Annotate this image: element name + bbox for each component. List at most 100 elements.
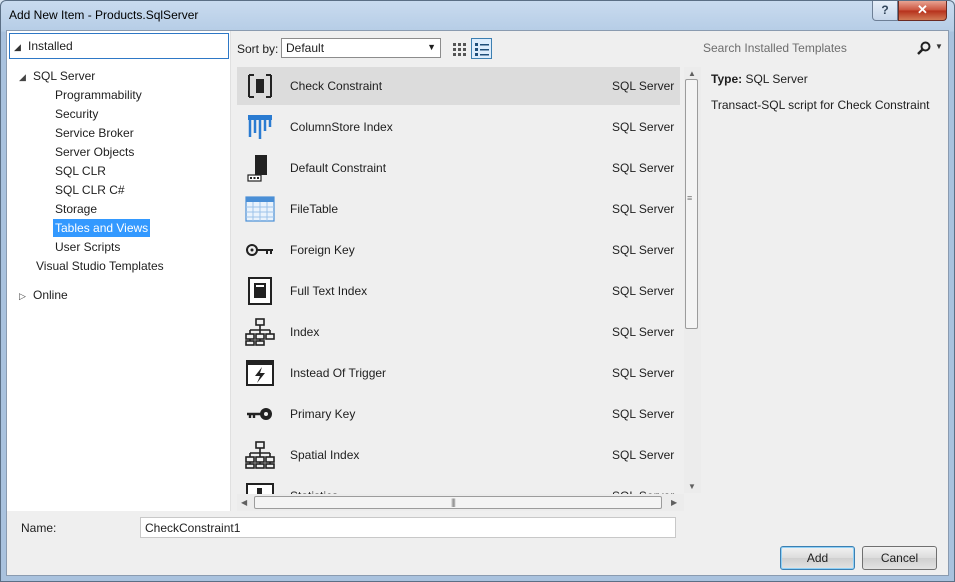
vertical-scroll-thumb[interactable] bbox=[685, 79, 698, 329]
template-name: Spatial Index bbox=[290, 448, 360, 462]
scroll-grip-icon: ||| bbox=[451, 497, 456, 507]
template-item-index[interactable]: Index SQL Server bbox=[237, 313, 680, 351]
template-source: SQL Server bbox=[612, 202, 675, 216]
tree-item-label: User Scripts bbox=[55, 240, 121, 254]
tree-item-label: Programmability bbox=[55, 88, 142, 102]
list-view-button[interactable] bbox=[471, 38, 492, 59]
sort-by-dropdown[interactable]: Default ▼ bbox=[281, 38, 441, 58]
tree-item-sql-clr[interactable]: SQL CLR bbox=[55, 162, 106, 181]
type-key: Type: bbox=[711, 72, 743, 86]
installed-header-label: Installed bbox=[28, 39, 73, 53]
scroll-grip-icon: ≡ bbox=[687, 193, 692, 203]
default-constraint-icon bbox=[247, 155, 267, 182]
template-name: Primary Key bbox=[290, 407, 356, 421]
template-source: SQL Server bbox=[612, 120, 675, 134]
template-source: SQL Server bbox=[612, 243, 675, 257]
template-source: SQL Server bbox=[612, 366, 675, 380]
help-button[interactable]: ? bbox=[872, 1, 898, 21]
scroll-up-arrow-icon[interactable]: ▲ bbox=[688, 69, 696, 78]
tree-item-sql-server[interactable]: ◢ SQL Server bbox=[19, 67, 95, 86]
cancel-button[interactable]: Cancel bbox=[862, 546, 937, 570]
index-icon bbox=[245, 318, 275, 346]
template-details: Type: SQL Server Transact-SQL script for… bbox=[711, 72, 930, 112]
dropdown-arrow-icon: ▼ bbox=[427, 42, 436, 52]
installed-header[interactable]: ◢ Installed bbox=[9, 33, 229, 59]
tree-item-label: Visual Studio Templates bbox=[36, 259, 164, 273]
add-new-item-dialog: Add New Item - Products.SqlServer ? ✕ ◢ I… bbox=[0, 0, 955, 582]
tree-item-programmability[interactable]: Programmability bbox=[55, 86, 142, 105]
search-input[interactable]: Search Installed Templates bbox=[697, 38, 946, 58]
tree-item-label: Server Objects bbox=[55, 145, 135, 159]
template-name: Foreign Key bbox=[290, 243, 355, 257]
template-name: FileTable bbox=[290, 202, 339, 216]
expand-arrow-icon: ▷ bbox=[19, 291, 26, 301]
sort-by-value: Default bbox=[286, 41, 325, 55]
template-name: Check Constraint bbox=[290, 79, 383, 93]
name-value: CheckConstraint1 bbox=[145, 521, 241, 535]
template-item-columnstore-index[interactable]: ColumnStore Index SQL Server bbox=[237, 108, 680, 146]
template-description: Transact-SQL script for Check Constraint bbox=[711, 98, 930, 112]
template-name: Full Text Index bbox=[290, 284, 368, 298]
template-source: SQL Server bbox=[612, 79, 675, 93]
tree-item-label: Security bbox=[55, 107, 99, 121]
tree-item-user-scripts[interactable]: User Scripts bbox=[55, 238, 120, 257]
template-category-panel: ◢ Installed ◢ SQL Server Programmability S… bbox=[7, 31, 231, 511]
tree-item-label: SQL CLR C# bbox=[55, 183, 125, 197]
add-button[interactable]: Add bbox=[780, 546, 855, 570]
tree-item-sql-clr-csharp[interactable]: SQL CLR C# bbox=[55, 181, 125, 200]
template-item-full-text-index[interactable]: Full Text Index SQL Server bbox=[237, 272, 680, 310]
template-source: SQL Server bbox=[612, 284, 675, 298]
trigger-icon bbox=[246, 360, 274, 386]
scroll-left-arrow-icon[interactable]: ◀ bbox=[241, 498, 247, 507]
tree-item-label: Service Broker bbox=[55, 126, 134, 140]
template-item-primary-key[interactable]: Primary Key SQL Server bbox=[237, 395, 680, 433]
template-name: Instead Of Trigger bbox=[290, 366, 387, 380]
tree-item-online[interactable]: ▷ Online bbox=[19, 286, 68, 305]
collapse-arrow-icon: ◢ bbox=[14, 42, 21, 52]
dialog-body: ◢ Installed ◢ SQL Server Programmability S… bbox=[6, 30, 949, 576]
tree-item-server-objects[interactable]: Server Objects bbox=[55, 143, 134, 162]
tree-item-tables-and-views[interactable]: Tables and Views bbox=[53, 219, 151, 238]
tree-item-label: Online bbox=[33, 288, 68, 302]
full-text-index-icon bbox=[248, 277, 272, 305]
search-placeholder: Search Installed Templates bbox=[703, 41, 847, 55]
template-item-check-constraint[interactable]: Check Constraint SQL Server bbox=[237, 67, 680, 105]
title-bar: Add New Item - Products.SqlServer ? ✕ bbox=[1, 1, 954, 31]
tree-item-label: SQL CLR bbox=[55, 164, 106, 178]
scroll-right-arrow-icon[interactable]: ▶ bbox=[671, 498, 677, 507]
spatial-index-icon bbox=[245, 441, 275, 469]
tree-item-service-broker[interactable]: Service Broker bbox=[55, 124, 134, 143]
template-source: SQL Server bbox=[612, 161, 675, 175]
close-button[interactable]: ✕ bbox=[898, 1, 947, 21]
horizontal-scroll-thumb[interactable] bbox=[254, 496, 662, 509]
template-item-default-constraint[interactable]: Default Constraint SQL Server bbox=[237, 149, 680, 187]
tree-item-visual-studio-templates[interactable]: Visual Studio Templates bbox=[36, 257, 164, 276]
filetable-icon bbox=[245, 196, 275, 222]
type-line: Type: SQL Server bbox=[711, 72, 930, 86]
list-view-icon bbox=[475, 43, 489, 56]
tree-item-label: Storage bbox=[55, 202, 98, 216]
tree-item-security[interactable]: Security bbox=[55, 105, 98, 124]
search-options-arrow-icon[interactable]: ▼ bbox=[935, 42, 943, 51]
tree-item-storage[interactable]: Storage bbox=[55, 200, 97, 219]
template-item-filetable[interactable]: FileTable SQL Server bbox=[237, 190, 680, 228]
template-item-foreign-key[interactable]: Foreign Key SQL Server bbox=[237, 231, 680, 269]
template-source: SQL Server bbox=[612, 448, 675, 462]
grid-view-icon bbox=[453, 43, 466, 56]
tree-item-label: SQL Server bbox=[33, 69, 96, 83]
name-field[interactable]: CheckConstraint1 bbox=[140, 517, 676, 538]
template-item-instead-of-trigger[interactable]: Instead Of Trigger SQL Server bbox=[237, 354, 680, 392]
medium-icons-view-button[interactable] bbox=[448, 38, 469, 59]
template-source: SQL Server bbox=[612, 407, 675, 421]
template-name: Index bbox=[290, 325, 320, 339]
foreign-key-icon bbox=[246, 244, 273, 256]
template-list: Check Constraint SQL Server ColumnStore … bbox=[237, 67, 682, 511]
template-name: Default Constraint bbox=[290, 161, 387, 175]
window-title: Add New Item - Products.SqlServer bbox=[9, 8, 199, 22]
search-icon[interactable] bbox=[916, 40, 932, 56]
tree-item-label: Tables and Views bbox=[53, 219, 151, 237]
type-value: SQL Server bbox=[745, 72, 808, 86]
template-item-spatial-index[interactable]: Spatial Index SQL Server bbox=[237, 436, 680, 474]
template-name: ColumnStore Index bbox=[290, 120, 393, 134]
scroll-down-arrow-icon[interactable]: ▼ bbox=[688, 482, 696, 491]
